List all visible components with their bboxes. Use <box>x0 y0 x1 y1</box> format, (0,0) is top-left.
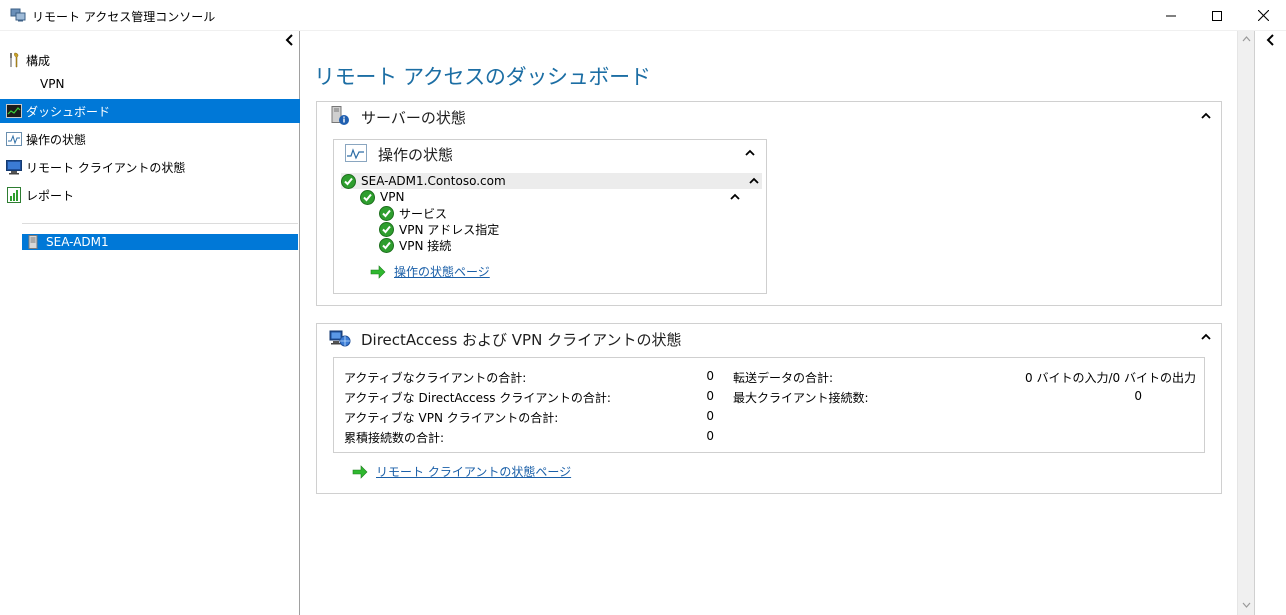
total-data-transferred-value: 0 バイトの入力/0 バイトの出力 <box>1025 371 1196 385</box>
nav-dashboard[interactable]: ダッシュボード <box>0 99 300 123</box>
vpn-label: VPN <box>380 190 405 204</box>
nav-reports-label: レポート <box>26 188 75 203</box>
vertical-scrollbar[interactable] <box>1237 31 1254 615</box>
server-tree-row[interactable]: SEA-ADM1.Contoso.com <box>341 173 762 189</box>
server-node[interactable]: SEA-ADM1 <box>22 234 298 250</box>
client-status-panel: DirectAccess および VPN クライアントの状態 アクティブなクライ… <box>316 323 1222 494</box>
report-icon <box>6 187 22 203</box>
nav-remote-client-status[interactable]: リモート クライアントの状態 <box>0 155 185 179</box>
cumulative-connections-label: 累積接続数の合計: <box>344 431 445 445</box>
green-arrow-icon <box>370 264 386 279</box>
active-clients-label: アクティブなクライアントの合計: <box>344 371 527 385</box>
operations-status-page-link[interactable]: 操作の状態ページ <box>370 263 490 280</box>
operations-status-chart-icon <box>345 144 367 162</box>
cumulative-connections-value: 0 <box>706 429 714 443</box>
navigation-pane: 構成 VPN ダッシュボード 操作の状態 リモート クライアントの状態 レポート… <box>0 31 300 615</box>
service-tree-row[interactable]: サービス <box>379 205 447 221</box>
scroll-down-icon[interactable] <box>1239 599 1254 611</box>
scroll-up-icon[interactable] <box>1239 33 1254 45</box>
active-directaccess-clients-label: アクティブな DirectAccess クライアントの合計: <box>344 391 611 405</box>
nav-vpn-label: VPN <box>40 77 65 91</box>
network-clients-icon <box>329 330 351 347</box>
dashboard-icon <box>6 103 22 119</box>
title-bar: リモート アクセス管理コンソール <box>0 0 1286 31</box>
server-status-panel: サーバーの状態 操作の状態 SEA-ADM1.Contoso.com VPN サ… <box>316 101 1222 306</box>
server-status-title: サーバーの状態 <box>361 109 466 127</box>
ok-check-icon <box>379 221 394 237</box>
active-vpn-clients-label: アクティブな VPN クライアントの合計: <box>344 411 559 425</box>
page-title: リモート アクセスのダッシュボード <box>314 65 651 89</box>
operations-status-title: 操作の状態 <box>378 146 454 164</box>
close-icon <box>1257 10 1269 21</box>
total-data-transferred-label: 転送データの合計: <box>733 371 834 385</box>
monitor-icon <box>6 159 22 175</box>
client-status-title: DirectAccess および VPN クライアントの状態 <box>361 331 682 349</box>
operations-status-icon <box>6 131 22 147</box>
server-info-icon <box>331 106 349 125</box>
ok-check-icon <box>379 237 394 253</box>
nav-operations-status-label: 操作の状態 <box>26 132 87 147</box>
server-name-label: SEA-ADM1.Contoso.com <box>361 174 506 188</box>
green-arrow-icon <box>352 464 368 479</box>
nav-operations-status[interactable]: 操作の状態 <box>0 127 86 151</box>
nav-dashboard-label: ダッシュボード <box>26 104 111 119</box>
service-label: サービス <box>399 206 448 221</box>
maximize-button[interactable] <box>1194 0 1240 31</box>
dashboard-main: リモート アクセスのダッシュボード サーバーの状態 操作の状態 SEA-ADM1… <box>301 31 1237 615</box>
nav-vpn[interactable]: VPN <box>34 72 64 96</box>
vpn-addressing-label: VPN アドレス指定 <box>399 222 500 237</box>
ok-check-icon <box>360 189 375 205</box>
active-clients-value: 0 <box>706 369 714 383</box>
nav-divider <box>22 223 298 224</box>
ok-check-icon <box>379 205 394 221</box>
vpn-connection-label: VPN 接続 <box>399 238 452 253</box>
active-directaccess-clients-value: 0 <box>706 389 714 403</box>
remote-access-app-icon <box>10 8 26 22</box>
client-stats-box: アクティブなクライアントの合計: 0 アクティブな DirectAccess ク… <box>333 357 1205 453</box>
operations-status-collapse-icon[interactable] <box>744 148 756 158</box>
nav-config[interactable]: 構成 <box>0 48 50 72</box>
window-title: リモート アクセス管理コンソール <box>32 10 216 24</box>
collapse-left-pane-icon[interactable] <box>284 33 296 47</box>
nav-reports[interactable]: レポート <box>0 183 74 207</box>
vpn-tree-row[interactable]: VPN <box>360 189 760 205</box>
operations-status-page-link-label: 操作の状態ページ <box>394 265 490 279</box>
ok-check-icon <box>341 173 356 189</box>
actions-pane <box>1254 31 1286 615</box>
remote-client-status-page-link-label: リモート クライアントの状態ページ <box>376 465 572 479</box>
server-icon <box>28 235 38 249</box>
server-tree-collapse-icon[interactable] <box>748 176 760 186</box>
wrench-icon <box>6 52 22 68</box>
operations-status-panel: 操作の状態 SEA-ADM1.Contoso.com VPN サービス VPN … <box>333 139 767 294</box>
maximize-icon <box>1212 10 1222 21</box>
nav-config-label: 構成 <box>26 53 51 68</box>
minimize-button[interactable] <box>1148 0 1194 31</box>
vpn-tree-collapse-icon[interactable] <box>729 192 741 202</box>
server-status-collapse-icon[interactable] <box>1200 111 1212 121</box>
minimize-icon <box>1166 15 1176 16</box>
active-vpn-clients-value: 0 <box>706 409 714 423</box>
vpn-connection-tree-row[interactable]: VPN 接続 <box>379 237 451 253</box>
max-client-connections-value: 0 <box>1134 389 1142 403</box>
vpn-addressing-tree-row[interactable]: VPN アドレス指定 <box>379 221 499 237</box>
remote-client-status-page-link[interactable]: リモート クライアントの状態ページ <box>352 463 571 480</box>
nav-remote-client-status-label: リモート クライアントの状態 <box>26 160 186 175</box>
client-status-collapse-icon[interactable] <box>1200 332 1212 342</box>
max-client-connections-label: 最大クライアント接続数: <box>733 391 869 405</box>
close-button[interactable] <box>1240 0 1286 31</box>
server-node-label: SEA-ADM1 <box>46 235 109 249</box>
expand-actions-pane-icon[interactable] <box>1265 33 1277 47</box>
